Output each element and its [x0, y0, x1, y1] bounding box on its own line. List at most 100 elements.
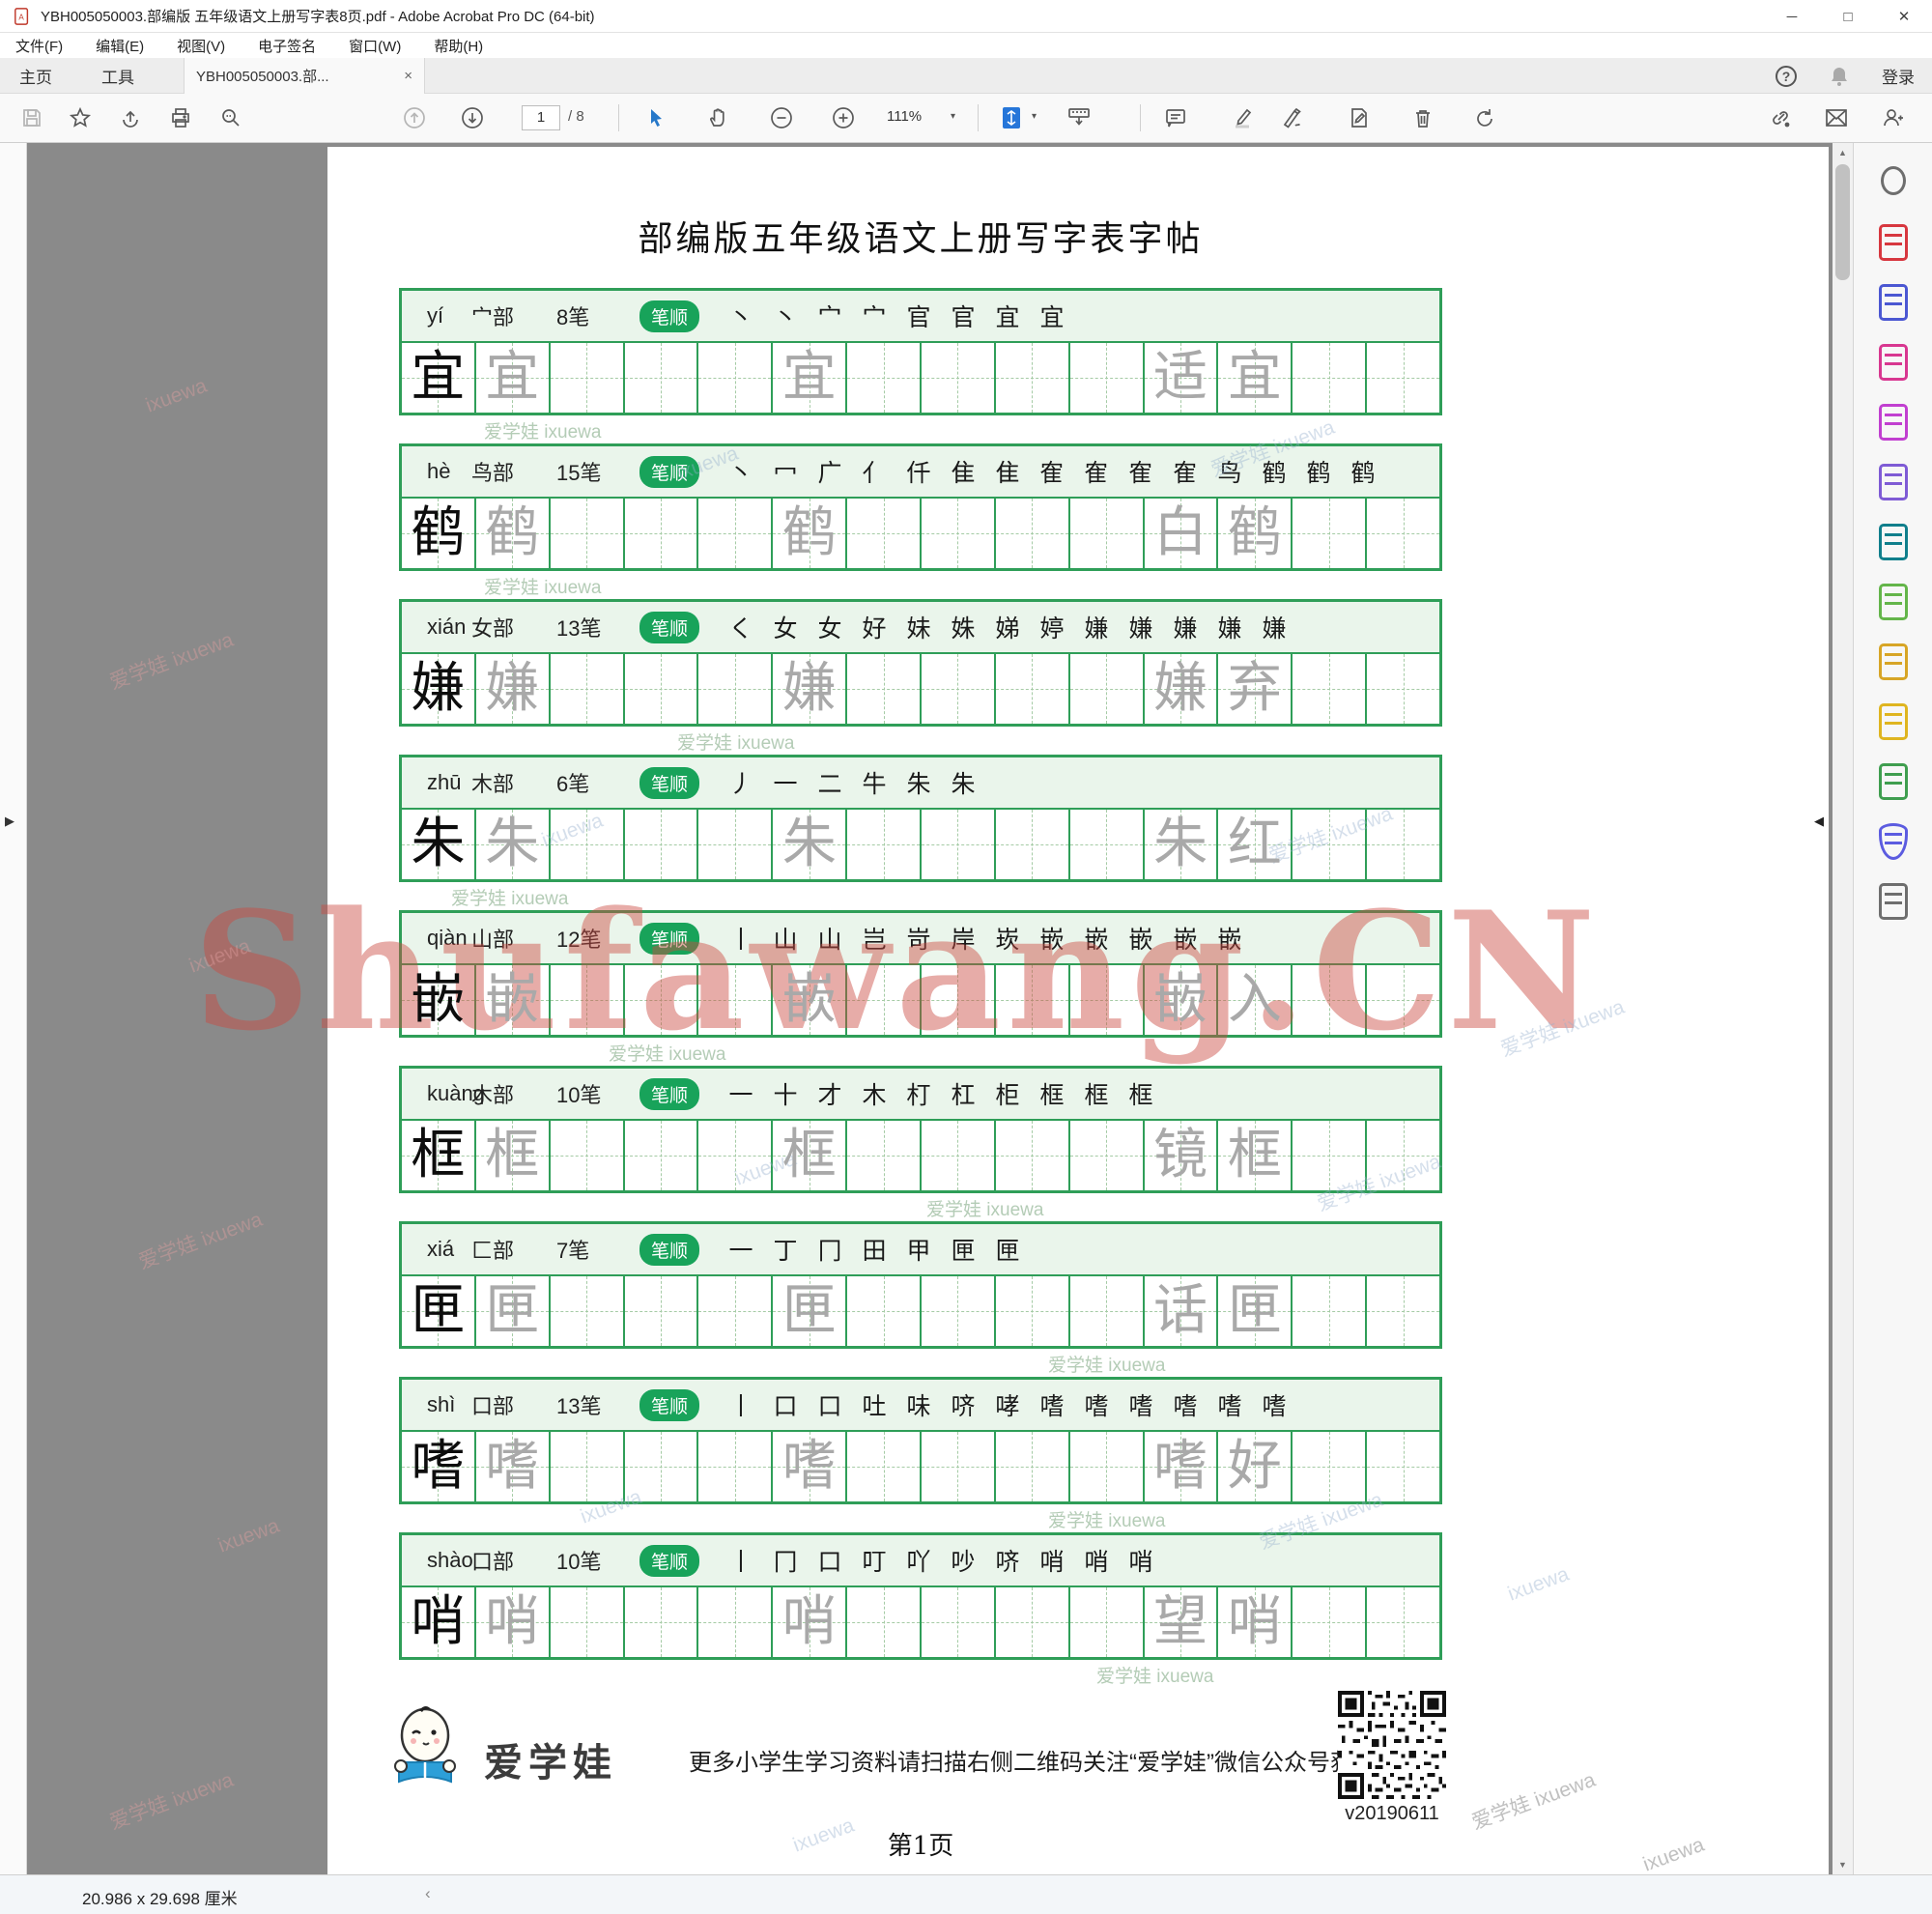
example-char: 朱 — [411, 813, 466, 875]
menu-item-3[interactable]: 电子签名 — [258, 36, 316, 56]
aixuewa-brand-text: 爱学娃 — [484, 1740, 617, 1785]
menu-item-2[interactable]: 视图(V) — [177, 36, 225, 56]
star-favorite-icon[interactable] — [64, 101, 97, 134]
menu-item-1[interactable]: 编辑(E) — [96, 36, 144, 56]
page-number-input[interactable]: 1 — [522, 105, 560, 130]
vertical-scrollbar[interactable]: ▲ ▼ — [1833, 143, 1853, 1874]
stroke-glyph: 匣 — [951, 1237, 976, 1265]
send-track-icon[interactable] — [1877, 524, 1910, 560]
fit-caret-icon[interactable]: ▾ — [1032, 111, 1037, 122]
character-row-嫌: xián 女部 13笔 笔顺く女女好妹姝娣婷嫌嫌嫌嫌嫌嫌嫌嫌嫌弃爱学娃 ixuewa — [399, 599, 1442, 755]
fill-sign-icon[interactable] — [1877, 464, 1910, 500]
close-button[interactable]: ✕ — [1876, 0, 1932, 33]
radical-label: 匚部 — [471, 1240, 515, 1264]
tool-glyph — [1884, 653, 1902, 669]
read-mode-icon[interactable] — [1063, 101, 1095, 134]
combine-files-icon[interactable] — [1877, 643, 1910, 680]
menu-item-5[interactable]: 帮助(H) — [434, 36, 483, 56]
email-icon[interactable] — [1820, 101, 1853, 134]
practice-cell — [1367, 810, 1439, 879]
stroke-glyph: 杠 — [951, 1081, 976, 1109]
minimize-button[interactable]: ─ — [1764, 0, 1820, 33]
left-panel-rail — [0, 143, 27, 1874]
stroke-glyph: 嗜 — [1084, 1392, 1109, 1420]
save-icon[interactable] — [15, 101, 48, 134]
login-link[interactable]: 登录 — [1882, 64, 1915, 88]
menu-item-0[interactable]: 文件(F) — [15, 36, 63, 56]
comment-note-icon[interactable] — [1159, 101, 1192, 134]
sign-pen-icon[interactable] — [1275, 101, 1308, 134]
link-share-icon[interactable] — [1764, 101, 1797, 134]
scroll-up-icon[interactable]: ▲ — [1833, 143, 1853, 162]
stroke-glyph: 才 — [817, 1081, 842, 1109]
hand-tool-icon[interactable] — [701, 101, 734, 134]
stroke-glyph: 丶 — [773, 303, 798, 331]
stroke-order-badge: 笔顺 — [639, 611, 700, 643]
document-tab[interactable]: YBH005050003.部... × — [184, 58, 425, 94]
practice-cell — [1367, 965, 1439, 1035]
export-excel-icon[interactable] — [1877, 584, 1910, 620]
tab-tools[interactable]: 工具 — [101, 58, 134, 94]
status-chevron-icon[interactable]: ‹ — [425, 1884, 431, 1903]
export-pdf-icon[interactable] — [1877, 284, 1910, 321]
practice-cell — [847, 1121, 923, 1190]
stroke-glyph: 一 — [773, 770, 798, 798]
stroke-glyph: 口 — [817, 1392, 842, 1420]
practice-cell: 嫌 — [475, 654, 551, 724]
rotate-icon[interactable] — [1468, 101, 1501, 134]
create-pdf-icon[interactable] — [1877, 224, 1910, 261]
next-page-icon[interactable] — [456, 101, 489, 134]
trace-char: 哨 — [781, 1590, 837, 1653]
zoom-level-label[interactable]: 111% — [887, 108, 922, 125]
more-tools-icon[interactable] — [1877, 883, 1910, 920]
user-add-icon[interactable] — [1876, 101, 1909, 134]
scroll-down-icon[interactable]: ▼ — [1833, 1855, 1853, 1874]
practice-cell: 朱 — [402, 810, 476, 879]
search-tools-icon[interactable] — [1877, 164, 1910, 201]
aixuewa-watermark-label: 爱学娃 ixuewa — [451, 889, 569, 909]
highlighter-icon[interactable] — [1227, 101, 1260, 134]
print-icon[interactable] — [164, 101, 197, 134]
practice-cell — [995, 343, 1070, 413]
zoom-out-icon[interactable] — [765, 101, 798, 134]
scan-ocr-icon[interactable] — [1877, 763, 1910, 800]
practice-cell — [1367, 1587, 1439, 1657]
example-char: 嗜 — [411, 1435, 466, 1498]
row-header: zhū 木部 6笔 笔顺丿一二牛朱朱 — [402, 757, 1439, 810]
comment-icon[interactable] — [1877, 703, 1910, 740]
ixuewa-watermark-text: ixuewa — [214, 1514, 283, 1557]
tab-home[interactable]: 主页 — [19, 58, 52, 94]
right-panel-collapse-icon[interactable]: ◀ — [1814, 814, 1824, 829]
organize-pages-icon[interactable] — [1877, 344, 1910, 381]
aixuewa-watermark-label: 爱学娃 ixuewa — [1048, 1356, 1166, 1376]
stroke-glyph: 口 — [773, 1392, 798, 1420]
notification-bell-icon[interactable] — [1830, 66, 1849, 87]
stroke-glyph: 婷 — [1039, 614, 1065, 643]
menu-item-4[interactable]: 窗口(W) — [349, 36, 401, 56]
scroll-thumb[interactable] — [1835, 164, 1850, 280]
practice-cell: 朱 — [475, 810, 551, 879]
share-upload-icon[interactable] — [114, 101, 147, 134]
tool-glyph — [1884, 354, 1902, 369]
maximize-button[interactable]: □ — [1820, 0, 1876, 33]
help-icon[interactable]: ? — [1776, 65, 1797, 87]
zoom-caret-icon[interactable]: ▾ — [951, 111, 955, 122]
practice-cell: 红 — [1218, 810, 1293, 879]
menu-bar: 文件(F) 编辑(E) 视图(V) 电子签名 窗口(W) 帮助(H) — [0, 33, 1932, 58]
search-icon[interactable] — [214, 101, 247, 134]
tool-glyph — [1884, 773, 1902, 788]
select-tool-icon[interactable] — [639, 101, 672, 134]
tab-close-icon[interactable]: × — [404, 68, 412, 84]
fit-width-icon[interactable] — [995, 101, 1028, 134]
zoom-in-icon[interactable] — [827, 101, 860, 134]
ixuewa-watermark-text: ixuewa — [185, 934, 254, 978]
protect-icon[interactable] — [1877, 823, 1910, 860]
left-panel-expander-icon[interactable]: ▶ — [5, 814, 14, 829]
edit-pdf-icon[interactable] — [1877, 404, 1910, 441]
acrobat-pdf-icon: A — [14, 7, 29, 25]
previous-page-icon[interactable] — [398, 101, 431, 134]
delete-pages-icon[interactable] — [1406, 101, 1439, 134]
page-edit-icon[interactable] — [1343, 101, 1376, 134]
pdf-page: 部编版五年级语文上册写字表字帖 yí 宀部 8笔 笔顺丶丶宀宀官官宜宜宜宜宜适宜爱学娃… — [327, 147, 1829, 1874]
stroke-glyph: 吵 — [951, 1548, 976, 1576]
